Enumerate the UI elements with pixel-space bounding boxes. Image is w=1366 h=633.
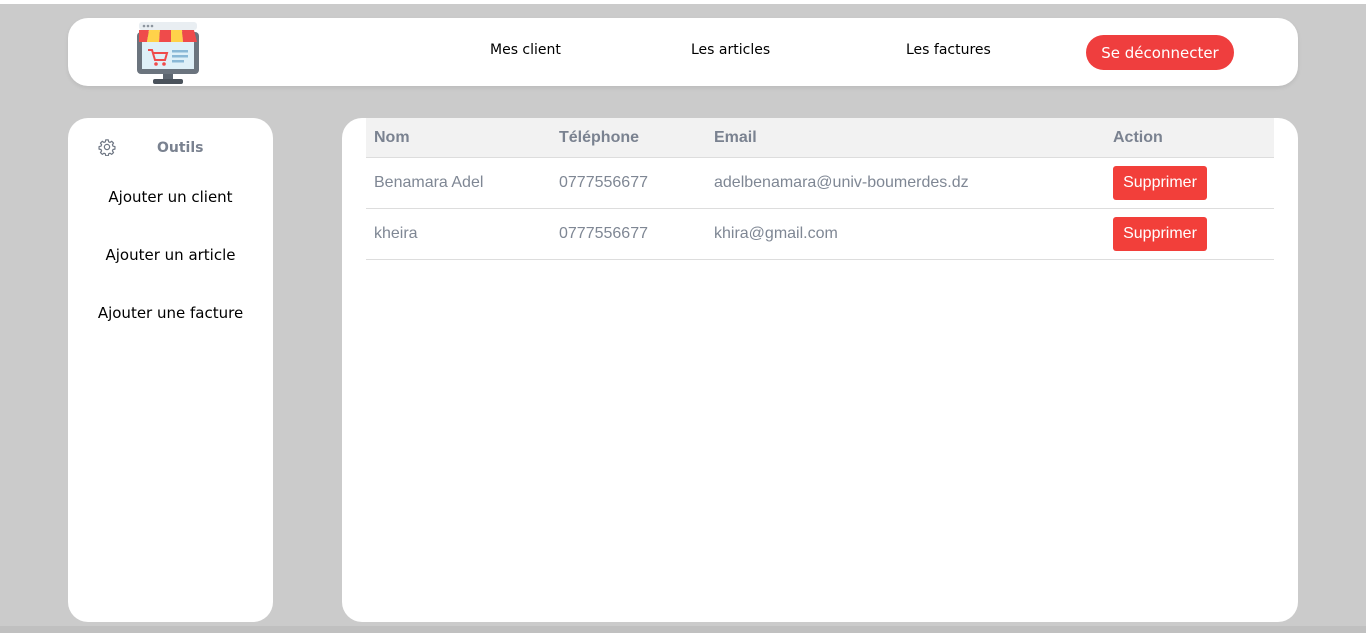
column-header-nom: Nom [374,129,410,146]
column-header-action: Action [1113,129,1163,146]
top-edge [0,0,1366,4]
bottom-edge [0,626,1366,633]
sidebar-tools-header: Outils [98,138,204,156]
nav-link-articles[interactable]: Les articles [691,42,770,58]
main-panel: Nom Téléphone Email Action Benamara Adel… [342,118,1298,622]
cell-telephone: 0777556677 [559,225,648,242]
nav-link-factures[interactable]: Les factures [906,42,991,58]
cell-nom: Benamara Adel [374,174,484,191]
clients-table: Nom Téléphone Email Action Benamara Adel… [366,118,1274,260]
cell-telephone: 0777556677 [559,174,648,191]
cell-email: adelbenamara@univ-boumerdes.dz [714,174,969,191]
top-navbar: Mes client Les articles Les factures Se … [68,18,1298,86]
sidebar-tools-label: Outils [157,140,204,156]
page: Mes client Les articles Les factures Se … [0,0,1366,633]
table-row: Benamara Adel 0777556677 adelbenamara@un… [366,158,1274,209]
logout-button[interactable]: Se déconnecter [1086,35,1234,70]
sidebar-item-add-client[interactable]: Ajouter un client [68,188,273,206]
cell-email: khira@gmail.com [714,225,838,242]
shop-monitor-icon[interactable] [136,20,200,86]
sidebar-item-add-article[interactable]: Ajouter un article [68,246,273,264]
delete-button[interactable]: Supprimer [1113,166,1207,200]
delete-button[interactable]: Supprimer [1113,217,1207,251]
table-row: kheira 0777556677 khira@gmail.com Suppri… [366,209,1274,260]
column-header-email: Email [714,129,757,146]
sidebar: Outils Ajouter un client Ajouter un arti… [68,118,273,622]
nav-link-clients[interactable]: Mes client [490,42,561,58]
cell-nom: kheira [374,225,418,242]
column-header-telephone: Téléphone [559,129,640,146]
gear-icon [98,139,116,156]
sidebar-item-add-facture[interactable]: Ajouter une facture [68,304,273,322]
table-header: Nom Téléphone Email Action [366,118,1274,158]
